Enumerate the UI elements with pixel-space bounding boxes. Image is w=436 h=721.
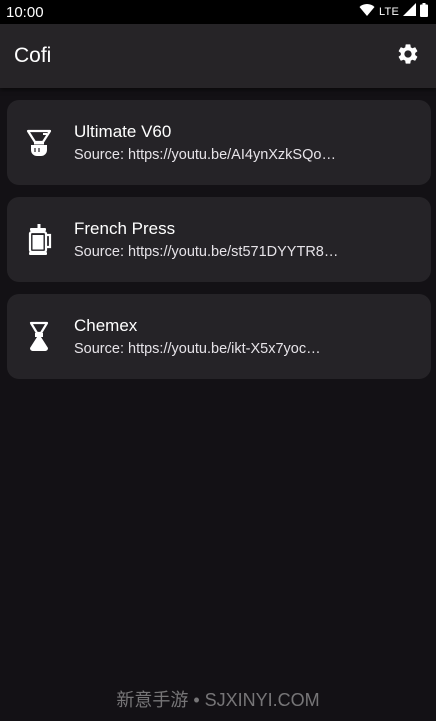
recipe-title: French Press (74, 218, 176, 238)
recipe-list: Ultimate V60 Source: https://youtu.be/AI… (7, 100, 431, 391)
french-press-icon (25, 223, 53, 256)
network-type: LTE (379, 6, 399, 18)
app-title: Cofi (14, 44, 52, 67)
status-time: 10:00 (6, 3, 44, 21)
app-bar: Cofi (0, 24, 436, 88)
status-bar: 10:00 LTE (0, 0, 436, 24)
recipe-card-french-press[interactable]: French Press Source: https://youtu.be/st… (7, 197, 431, 282)
recipe-card-text: French Press Source: https://youtu.be/st… (74, 218, 384, 262)
signal-icon (403, 3, 416, 21)
recipe-source: Source: https://youtu.be/ikt-X5x7yoc… (74, 340, 321, 357)
recipe-card-chemex[interactable]: Chemex Source: https://youtu.be/ikt-X5x7… (7, 294, 431, 379)
recipe-title: Chemex (74, 315, 138, 335)
v60-dripper-icon (25, 127, 53, 159)
watermark: 新意手游 • SJXINYI.COM (116, 690, 320, 710)
chemex-icon (25, 321, 53, 353)
recipe-source: Source: https://youtu.be/AI4ynXzkSQo… (74, 146, 336, 163)
recipe-card-text: Ultimate V60 Source: https://youtu.be/AI… (74, 121, 384, 165)
battery-icon (420, 2, 428, 22)
status-icons: LTE (359, 2, 428, 22)
recipe-source: Source: https://youtu.be/st571DYYTR8… (74, 243, 339, 260)
wifi-icon (359, 3, 375, 22)
settings-button[interactable] (394, 42, 422, 70)
recipe-title: Ultimate V60 (74, 121, 172, 141)
gear-icon (396, 42, 420, 71)
recipe-card-text: Chemex Source: https://youtu.be/ikt-X5x7… (74, 315, 384, 359)
recipe-card-ultimate-v60[interactable]: Ultimate V60 Source: https://youtu.be/AI… (7, 100, 431, 185)
